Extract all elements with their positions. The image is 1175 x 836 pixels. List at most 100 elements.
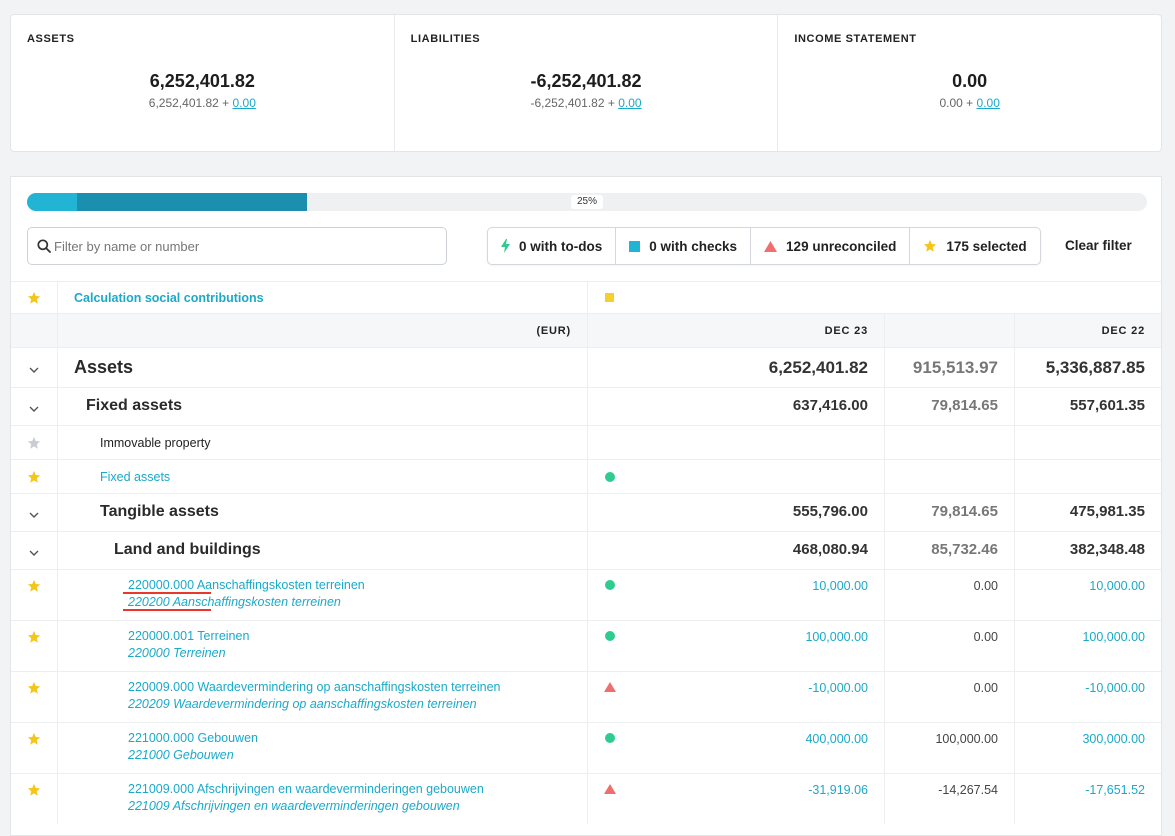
account-link[interactable]: 220009.000 Waardevermindering op aanscha… (128, 680, 500, 694)
delta-link[interactable]: 0.00 (977, 96, 1000, 110)
column-header[interactable]: DEC 23 (825, 325, 868, 337)
chevron-down-icon[interactable] (28, 363, 40, 375)
name-cell: Fixed assets (58, 388, 588, 425)
warning-triangle-icon (604, 784, 616, 794)
toggle-cell (11, 723, 58, 773)
toggle-cell (11, 494, 58, 531)
value-dec23[interactable]: -10,000.00 (808, 681, 868, 695)
account-row[interactable]: 221009.000 Afschrijvingen en waardevermi… (11, 773, 1161, 824)
value-dec22[interactable]: 300,000.00 (1082, 732, 1145, 746)
account-row[interactable]: 220000.000 Aanschaffingskosten terreinen… (11, 569, 1161, 620)
search-box[interactable] (27, 227, 447, 265)
value-cell: 10,000.00 (1015, 570, 1161, 620)
chevron-down-icon[interactable] (28, 402, 40, 414)
star-icon[interactable] (27, 436, 41, 450)
status-dot-icon (605, 631, 615, 641)
search-input[interactable] (54, 236, 434, 256)
table-row[interactable]: Fixed assets (11, 459, 1161, 493)
account-link[interactable]: 220000.001 Terreinen (128, 629, 249, 643)
account-row[interactable]: 221000.000 Gebouwen 221000 Gebouwen 400,00… (11, 722, 1161, 773)
value-dec22[interactable]: 10,000.00 (1089, 579, 1145, 593)
delta-link[interactable]: 0.00 (233, 96, 256, 110)
header-star-cell (11, 314, 58, 347)
value-dec23[interactable]: -31,919.06 (808, 783, 868, 797)
star-icon[interactable] (27, 579, 41, 593)
clear-filter-button[interactable]: Clear filter (1065, 238, 1132, 253)
star-icon[interactable] (27, 681, 41, 695)
filter-todos-button[interactable]: 0 with to-dos (488, 228, 617, 264)
value-dec22: 475,981.35 (1069, 503, 1145, 520)
account-link[interactable]: 220000.000 Aanschaffingskosten terreinen (128, 578, 365, 592)
name-cell: Calculation social contributions (58, 282, 588, 313)
star-icon[interactable] (27, 630, 41, 644)
table-row[interactable]: Immovable property (11, 425, 1161, 459)
square-icon (629, 240, 641, 252)
group-row[interactable]: Tangible assets 555,796.00 79,814.65 475,98… (11, 493, 1161, 531)
value-cell: 100,000.00 (885, 723, 1015, 773)
value-delta: 79,814.65 (931, 503, 998, 520)
filter-label: 175 selected (946, 238, 1027, 254)
toggle-cell (11, 774, 58, 824)
value-dec23[interactable]: 100,000.00 (805, 630, 868, 644)
filter-selected-button[interactable]: 175 selected (910, 228, 1039, 264)
group-row[interactable]: Land and buildings 468,080.94 85,732.46 382… (11, 531, 1161, 569)
value-dec23: 637,416.00 (792, 397, 868, 414)
value-cell: 0.00 (885, 570, 1015, 620)
status-dot-icon (605, 580, 615, 590)
chevron-down-icon[interactable] (28, 508, 40, 520)
value-cell: -10,000.00 (1015, 672, 1161, 722)
value-dec22[interactable]: 100,000.00 (1082, 630, 1145, 644)
lightning-icon (501, 239, 510, 253)
account-link[interactable]: 221000.000 Gebouwen (128, 731, 258, 745)
star-icon[interactable] (27, 291, 41, 305)
filter-unreconciled-button[interactable]: 129 unreconciled (751, 228, 911, 264)
progress-fill-dark (77, 193, 307, 211)
star-icon[interactable] (27, 783, 41, 797)
account-link[interactable]: 221009.000 Afschrijvingen en waardevermi… (128, 782, 484, 796)
chevron-down-icon[interactable] (28, 546, 40, 558)
value-cell (885, 460, 1015, 493)
calculation-link[interactable]: Calculation social contributions (74, 291, 264, 305)
card-breakdown: -6,252,401.82 + 0.00 (530, 96, 642, 110)
group-label: Fixed assets (86, 397, 183, 414)
column-header[interactable]: DEC 22 (1102, 325, 1145, 337)
star-icon (924, 239, 937, 252)
account-sublabel: 221000 Gebouwen (128, 748, 234, 762)
account-sublabel: 220000 Terreinen (128, 646, 226, 660)
account-link[interactable]: Fixed assets (100, 470, 170, 484)
value-dec23: 468,080.94 (792, 541, 868, 558)
card-breakdown: 6,252,401.82 + 0.00 (148, 96, 256, 110)
value-cell: 300,000.00 (1015, 723, 1161, 773)
value-cell: 557,601.35 (1015, 388, 1161, 425)
value-cell: 79,814.65 (885, 388, 1015, 425)
card-breakdown: 0.00 + 0.00 (939, 96, 1000, 110)
group-row[interactable]: Assets 6,252,401.82 915,513.97 5,336,887.85 (11, 347, 1161, 387)
value-dec22: 557,601.35 (1069, 397, 1145, 414)
name-cell: 220000.000 Aanschaffingskosten terreinen… (58, 570, 588, 620)
value-dec23: 555,796.00 (792, 503, 868, 520)
value-cell: 915,513.97 (885, 348, 1015, 387)
account-row[interactable]: 220000.001 Terreinen 220000 Terreinen 100,… (11, 620, 1161, 671)
toggle-cell (11, 621, 58, 671)
value-delta: 0.00 (973, 681, 998, 695)
filter-label: 0 with to-dos (519, 238, 603, 254)
value-dec23[interactable]: 10,000.00 (812, 579, 868, 593)
card-value: 6,252,401.82 (149, 71, 255, 91)
card-title: LIABILITIES (410, 33, 481, 45)
star-icon[interactable] (27, 470, 41, 484)
value-cell: 382,348.48 (1015, 532, 1161, 569)
delta-link[interactable]: 0.00 (618, 96, 641, 110)
value-dec22[interactable]: -10,000.00 (1085, 681, 1145, 695)
account-row[interactable]: 220009.000 Waardevermindering op aanscha… (11, 671, 1161, 722)
name-cell: Fixed assets (58, 460, 588, 493)
star-icon[interactable] (27, 732, 41, 746)
group-label: Land and buildings (114, 541, 261, 558)
value-cell: 0.00 (885, 672, 1015, 722)
progress-label: 25% (571, 195, 603, 209)
group-row[interactable]: Fixed assets 637,416.00 79,814.65 557,601.3… (11, 387, 1161, 425)
filter-checks-button[interactable]: 0 with checks (616, 228, 752, 264)
status-cell: 100,000.00 (588, 621, 885, 671)
value-delta: 0.00 (973, 630, 998, 644)
value-dec23[interactable]: 400,000.00 (805, 732, 868, 746)
value-dec22[interactable]: -17,651.52 (1085, 783, 1145, 797)
